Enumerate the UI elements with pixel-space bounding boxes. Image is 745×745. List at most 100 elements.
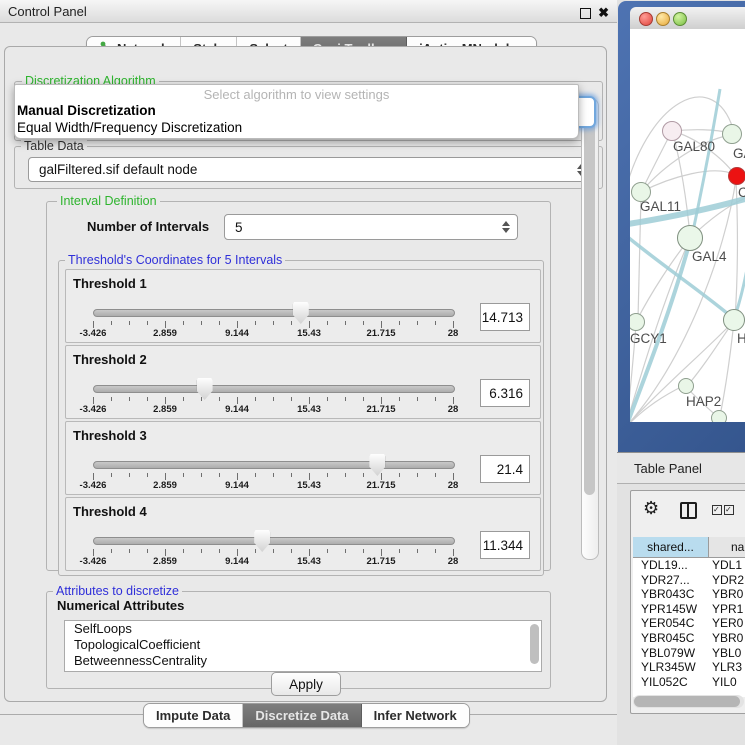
num-intervals-select[interactable]: 5 — [224, 214, 518, 240]
tick-mark — [453, 549, 454, 556]
column-header-shared-name[interactable]: shared... — [633, 537, 709, 557]
tick-mark — [327, 321, 328, 325]
slider-track[interactable] — [93, 309, 455, 317]
table-hscrollbar[interactable] — [633, 695, 744, 708]
cell-name[interactable]: YPR1 — [708, 602, 745, 617]
list-scrollbar[interactable] — [530, 624, 539, 664]
cell-name[interactable]: YBR0 — [708, 631, 745, 646]
tick-mark — [183, 321, 184, 325]
tick-mark — [417, 321, 418, 325]
scrollbar-thumb[interactable] — [584, 113, 595, 495]
threshold-panel-3: Threshold 3-3.4262.8599.14415.4321.71528 — [65, 421, 541, 495]
slider-track[interactable] — [93, 385, 455, 393]
panel-scrollbar[interactable] — [581, 98, 599, 560]
tick-mark — [237, 321, 238, 328]
table-row[interactable]: YBL079WYBL0 — [633, 646, 745, 661]
table-data-group-title: Table Data — [21, 139, 87, 153]
cell-name[interactable]: YBR0 — [708, 587, 745, 602]
cell-shared-name[interactable]: YLR345W — [633, 660, 708, 675]
zoom-traffic-light-icon[interactable] — [673, 12, 687, 26]
cyni-toolbox-panel: Discretization Algorithm Table Data galF… — [4, 46, 607, 702]
HAP2-node[interactable] — [678, 378, 694, 394]
cell-shared-name[interactable]: YDR27... — [633, 573, 708, 588]
attribute-list-item[interactable]: SelfLoops — [65, 621, 541, 637]
node[interactable] — [723, 309, 745, 331]
cell-shared-name[interactable]: YBR043C — [633, 587, 708, 602]
cell-name[interactable]: YBL0 — [708, 646, 745, 661]
threshold-value-field[interactable] — [480, 379, 530, 407]
cell-name[interactable]: YDL1 — [708, 558, 745, 573]
selected-red-node[interactable] — [728, 167, 745, 185]
close-icon[interactable]: ✖ — [598, 5, 609, 21]
GAL80-node[interactable] — [662, 121, 682, 141]
tick-mark — [219, 549, 220, 553]
table-row[interactable]: YDL19...YDL1 — [633, 558, 745, 573]
minimize-traffic-light-icon[interactable] — [656, 12, 670, 26]
threshold-value-field[interactable] — [480, 531, 530, 559]
tick-label: 28 — [423, 404, 483, 415]
float-window-icon[interactable] — [580, 8, 591, 19]
node[interactable] — [722, 124, 742, 144]
table-row[interactable]: YIL052CYIL0 — [633, 675, 745, 690]
tick-mark — [201, 397, 202, 401]
table-row[interactable]: YDR27...YDR2 — [633, 573, 745, 588]
numerical-attributes-list[interactable]: SelfLoopsTopologicalCoefficientBetweenne… — [64, 620, 542, 672]
algorithm-option-equal-width[interactable]: Equal Width/Frequency Discretization — [17, 120, 242, 135]
tick-mark — [381, 321, 382, 328]
node[interactable] — [711, 410, 727, 422]
cell-shared-name[interactable]: YPR145W — [633, 602, 708, 617]
tick-mark — [399, 321, 400, 325]
columns-icon[interactable] — [680, 502, 697, 519]
cell-name[interactable]: YIL0 — [708, 675, 745, 690]
column-header-name[interactable]: na — [709, 537, 745, 557]
tab-impute-data[interactable]: Impute Data — [144, 704, 243, 727]
apply-button[interactable]: Apply — [271, 672, 341, 696]
select-columns-icons[interactable]: ✓✓ — [712, 505, 734, 515]
cell-shared-name[interactable]: YER054C — [633, 616, 708, 631]
cell-name[interactable]: YER0 — [708, 616, 745, 631]
GAL4-node[interactable] — [677, 225, 703, 251]
tab-discretize-data[interactable]: Discretize Data — [243, 704, 361, 727]
node-table[interactable]: shared... na YDL19...YDL1YDR27...YDR2YBR… — [633, 537, 745, 697]
slider-track[interactable] — [93, 537, 455, 545]
slider-handle[interactable] — [369, 454, 385, 476]
cell-shared-name[interactable]: YDL19... — [633, 558, 708, 573]
tick-mark — [291, 321, 292, 325]
tab-infer-network[interactable]: Infer Network — [362, 704, 469, 727]
cell-shared-name[interactable]: YIL052C — [633, 675, 708, 690]
tick-mark — [417, 397, 418, 401]
tick-mark — [399, 473, 400, 477]
tab-label: Infer Network — [374, 708, 457, 723]
tick-mark — [111, 473, 112, 477]
table-row[interactable]: YPR145WYPR1 — [633, 602, 745, 617]
table-row[interactable]: YLR345WYLR3 — [633, 660, 745, 675]
slider-track[interactable] — [93, 461, 455, 469]
close-traffic-light-icon[interactable] — [639, 12, 653, 26]
threshold-value-field[interactable] — [480, 455, 530, 483]
cell-name[interactable]: YDR2 — [708, 573, 745, 588]
algorithm-option-manual[interactable]: Manual Discretization — [17, 103, 156, 118]
network-canvas[interactable]: GAL80GACGAL11GAL4GCY1HHAP2 — [630, 29, 745, 422]
cell-name[interactable]: YLR3 — [708, 660, 745, 675]
tick-mark — [309, 321, 310, 328]
algorithm-hint-option[interactable]: Select algorithm to view settings — [15, 87, 578, 102]
slider-handle[interactable] — [197, 378, 213, 400]
table-data-select[interactable]: galFiltered.sif default node — [28, 157, 593, 182]
threshold-value-field[interactable] — [480, 303, 530, 331]
tick-label: 2.859 — [135, 480, 195, 491]
cell-shared-name[interactable]: YBR045C — [633, 631, 708, 646]
slider-handle[interactable] — [254, 530, 270, 552]
cell-shared-name[interactable]: YBL079W — [633, 646, 708, 661]
tick-label: 2.859 — [135, 556, 195, 567]
tick-mark — [129, 397, 130, 401]
tick-mark — [165, 549, 166, 556]
attribute-list-item[interactable]: BetweennessCentrality — [65, 653, 541, 669]
attribute-list-item[interactable]: TopologicalCoefficient — [65, 637, 541, 653]
tick-mark — [219, 397, 220, 401]
gear-icon[interactable]: ⚙ — [643, 499, 659, 517]
table-row[interactable]: YBR045CYBR0 — [633, 631, 745, 646]
slider-handle[interactable] — [293, 302, 309, 324]
scrollbar-thumb[interactable] — [634, 696, 740, 707]
table-row[interactable]: YER054CYER0 — [633, 616, 745, 631]
table-row[interactable]: YBR043CYBR0 — [633, 587, 745, 602]
